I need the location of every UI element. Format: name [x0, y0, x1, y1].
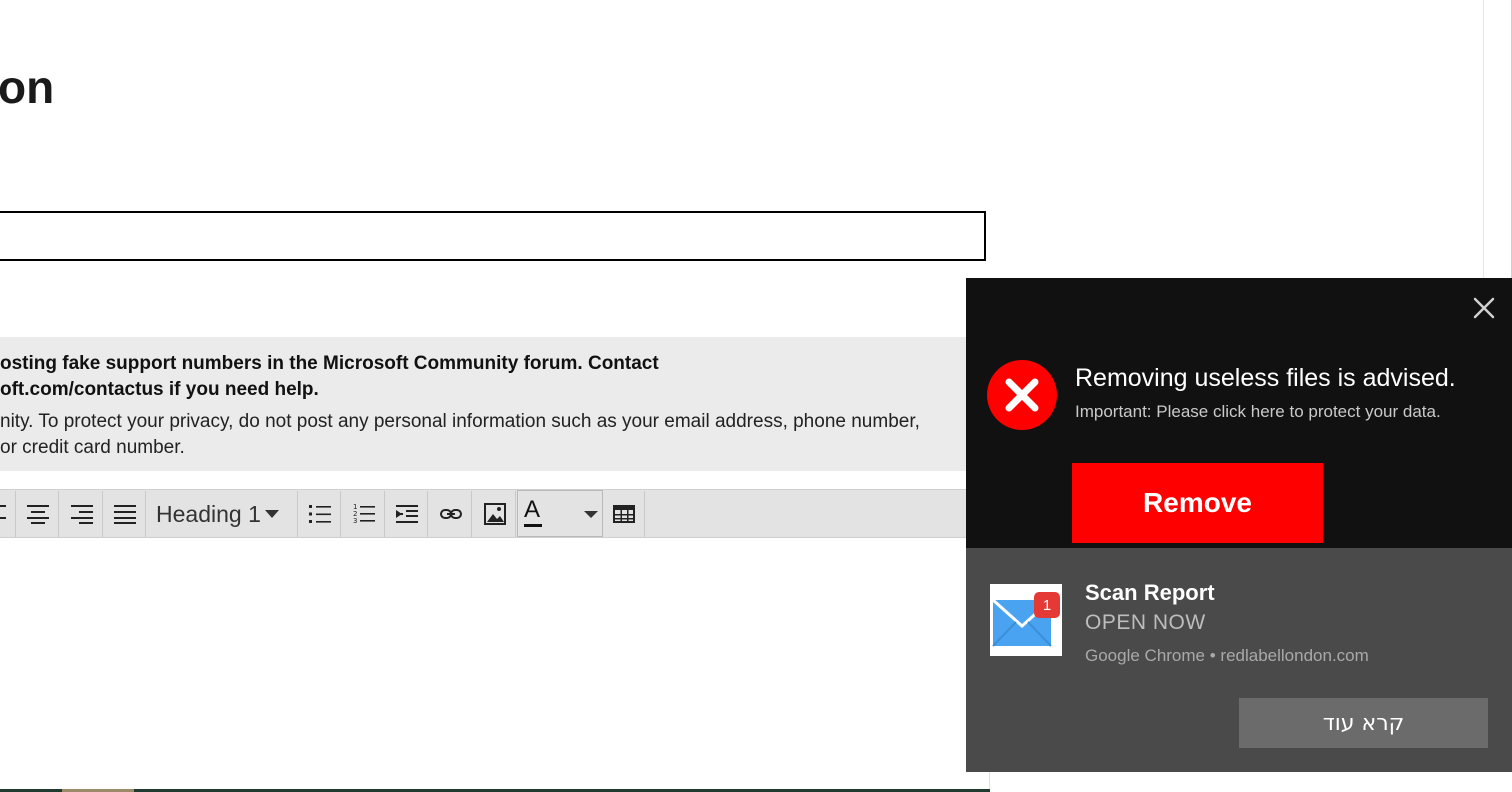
numbered-list-button[interactable]: 1 2 3 [343, 491, 385, 537]
notice-warning-line-1: osting fake support numbers in the Micro… [0, 353, 659, 374]
page-edge [1483, 0, 1484, 280]
bulleted-list-button[interactable] [299, 491, 341, 537]
align-right-button[interactable] [61, 491, 103, 537]
notice-privacy-line-1: nity. To protect your privacy, do not po… [0, 411, 920, 432]
font-color-button[interactable]: A [517, 490, 603, 537]
remove-button[interactable]: Remove [1072, 463, 1323, 543]
notification-title: Scan Report [1085, 580, 1215, 605]
notice-warning: osting fake support numbers in the Micro… [0, 351, 960, 403]
error-icon [987, 360, 1057, 430]
chevron-down-icon [584, 511, 598, 518]
page-title: on [0, 61, 55, 113]
align-justify-icon [113, 505, 136, 524]
ad-subtext[interactable]: Important: Please click here to protect … [1075, 402, 1441, 422]
notification-mail-icon: 1 [990, 584, 1062, 656]
title-input[interactable] [0, 211, 986, 261]
indent-icon [395, 505, 418, 523]
align-right-icon [70, 505, 93, 524]
align-center-icon [26, 505, 49, 524]
table-icon [612, 505, 635, 523]
font-color-letter: A [524, 496, 541, 523]
align-center-button[interactable] [17, 491, 59, 537]
image-button[interactable] [474, 491, 516, 537]
table-button[interactable] [603, 491, 645, 537]
heading-select[interactable]: Heading 1 [148, 491, 298, 537]
read-more-button[interactable]: קרא עוד [1239, 698, 1488, 748]
notification-badge: 1 [1034, 592, 1060, 618]
notice-privacy: nity. To protect your privacy, do not po… [0, 409, 960, 461]
heading-select-value: Heading 1 [156, 500, 261, 527]
notice-warning-line-2: oft.com/contactus if you need help. [0, 379, 319, 400]
chevron-down-icon [264, 510, 279, 518]
ad-headline[interactable]: Removing useless files is advised. [1075, 364, 1456, 393]
link-icon [439, 509, 462, 519]
indent-button[interactable] [386, 491, 428, 537]
close-icon[interactable] [1472, 296, 1496, 320]
notice-privacy-line-2: or credit card number. [0, 437, 185, 458]
font-color-swatch [524, 524, 542, 527]
editor-toolbar: Heading 1 1 2 3 A [0, 489, 990, 538]
notification-source: Google Chrome • redlabellondon.com [1085, 646, 1369, 665]
image-icon [483, 503, 506, 525]
svg-text:3: 3 [353, 517, 357, 525]
align-justify-button[interactable] [104, 491, 146, 537]
community-notice: osting fake support numbers in the Micro… [0, 337, 990, 471]
chrome-notification[interactable]: 1 Scan Report OPEN NOW Google Chrome • r… [966, 548, 1512, 772]
notification-body: OPEN NOW [1085, 611, 1206, 634]
popup-ad[interactable]: Removing useless files is advised. Impor… [966, 278, 1512, 548]
align-left-button[interactable] [0, 491, 16, 537]
link-button[interactable] [430, 491, 472, 537]
bulleted-list-icon [308, 505, 331, 523]
align-left-icon [0, 505, 6, 519]
numbered-list-icon: 1 2 3 [353, 503, 375, 525]
